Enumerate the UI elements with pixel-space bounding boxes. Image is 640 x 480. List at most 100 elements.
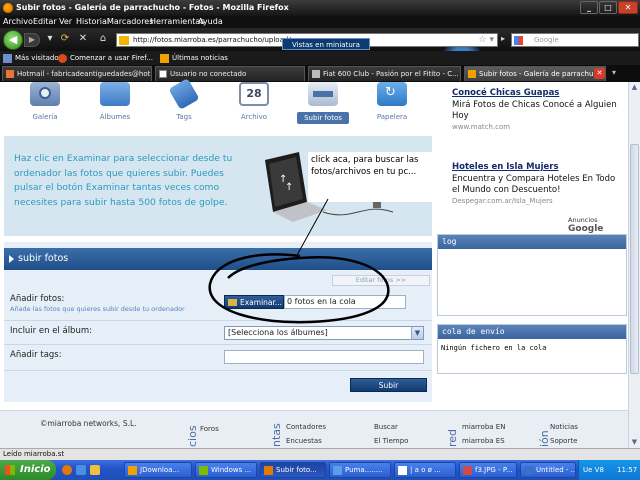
tab-favicon-icon xyxy=(6,70,14,78)
edit-photos-button[interactable]: Editar fotos >> xyxy=(332,275,430,286)
window-title: Subir fotos - Galería de parrachucho - F… xyxy=(16,3,289,12)
history-dropdown-icon[interactable]: ▾ xyxy=(44,31,56,47)
nav-albumes[interactable]: Álbumes xyxy=(86,82,144,126)
reload-icon[interactable]: ⟳ xyxy=(58,31,72,47)
task-icon xyxy=(128,466,137,475)
rss-icon xyxy=(160,53,169,63)
task-paint[interactable]: f3.JPG - P... xyxy=(459,462,517,478)
tab-subir-fotos[interactable]: Subir fotos - Galería de parrachu... xyxy=(464,66,606,81)
add-photos-label: Añadir fotos: xyxy=(10,294,65,304)
queue-panel: cola de envío Ningún fichero en la cola xyxy=(437,324,627,374)
task-text[interactable]: | a o ø ... xyxy=(394,462,456,478)
menu-archivo[interactable]: Archivo xyxy=(3,16,33,28)
queue-panel-body: Ningún fichero en la cola xyxy=(441,344,547,352)
status-bar: Leído miarroba.st xyxy=(0,448,640,460)
submit-button[interactable]: Subir xyxy=(350,378,427,392)
vertical-scrollbar[interactable]: ▲ ▼ xyxy=(628,82,640,448)
scroll-down-icon[interactable]: ▼ xyxy=(630,438,639,447)
tab-fiat[interactable]: Fiat 600 Club - Pasión por el Fitito - C… xyxy=(308,66,461,81)
nav-galeria[interactable]: Galería xyxy=(16,82,74,126)
divider xyxy=(4,370,432,371)
album-icon xyxy=(100,82,130,106)
bookmark-star-icon[interactable]: ☆ ▾ xyxy=(479,34,494,46)
close-tab-icon[interactable]: ✕ xyxy=(594,68,605,79)
ad-chicas[interactable]: Conocé Chicas Guapas Mirá Fotos de Chica… xyxy=(452,88,622,131)
footer-link-tiempo[interactable]: El Tiempo xyxy=(374,437,408,445)
task-icon xyxy=(264,466,273,475)
browse-button[interactable]: Examinar... xyxy=(224,295,284,309)
firefox-quicklaunch-icon[interactable] xyxy=(62,465,72,475)
task-icon xyxy=(199,466,208,475)
nav-papelera[interactable]: ↻ Papelera xyxy=(363,82,421,126)
task-windows[interactable]: Windows ... xyxy=(195,462,257,478)
menu-historial[interactable]: Historial xyxy=(76,16,109,28)
divider xyxy=(4,320,432,321)
upload-form: subir fotos Editar fotos >> Añadir fotos… xyxy=(4,242,432,402)
tab-hotmail[interactable]: Hotmail - fabricadeantiguedades@hot... xyxy=(2,66,152,81)
tab-usuario[interactable]: Usuario no conectado xyxy=(155,66,305,81)
footer-link-noticias[interactable]: Noticias xyxy=(550,423,578,431)
start-button[interactable]: Inicio xyxy=(0,460,56,480)
footer-link-buscar[interactable]: Buscar xyxy=(374,423,398,431)
footer-vertical-label: ntas xyxy=(270,423,283,447)
home-icon[interactable]: ⌂ xyxy=(96,31,110,47)
bookmark-most-visited[interactable]: Más visitados xyxy=(3,51,62,65)
task-untitled[interactable]: Untitled - ... xyxy=(520,462,576,478)
back-button[interactable]: ◀ xyxy=(3,30,23,50)
list-all-tabs-icon[interactable]: ▾ xyxy=(612,68,616,77)
footer-link-encuestas[interactable]: Encuestas xyxy=(286,437,322,445)
ie-quicklaunch-icon[interactable] xyxy=(76,465,86,475)
minimize-button[interactable]: _ xyxy=(580,1,598,14)
task-icon xyxy=(524,466,533,475)
footer-link-miarroba-es[interactable]: miarroba ES xyxy=(462,437,505,445)
search-box[interactable]: Google xyxy=(511,33,639,47)
ad-title[interactable]: Conocé Chicas Guapas xyxy=(452,88,622,99)
folder-icon xyxy=(228,299,237,306)
menu-editar[interactable]: Editar xyxy=(33,16,57,28)
footer-link-soporte[interactable]: Soporte xyxy=(550,437,577,445)
ad-title[interactable]: Hoteles en Isla Mujers xyxy=(452,162,622,173)
annotation-note: click aca, para buscar las fotos/archivo… xyxy=(308,152,432,202)
menu-ayuda[interactable]: Ayuda xyxy=(198,16,223,28)
footer-vertical-label: cios xyxy=(186,425,199,447)
nav-subir-fotos[interactable]: Subir fotos xyxy=(294,82,352,126)
footer-link-miarroba-en[interactable]: miarroba EN xyxy=(462,423,505,431)
stop-icon[interactable]: ✕ xyxy=(76,31,90,47)
form-header: subir fotos xyxy=(4,248,432,270)
task-icon xyxy=(333,466,342,475)
clock: 11:57 xyxy=(617,466,638,474)
maximize-button[interactable]: □ xyxy=(599,1,617,14)
camera-icon xyxy=(30,82,60,106)
task-subir-fotos[interactable]: Subir foto... xyxy=(260,462,326,478)
folder-quicklaunch-icon[interactable] xyxy=(90,465,100,475)
album-select[interactable]: [Selecciona los álbumes] ▼ xyxy=(224,326,424,340)
scroll-thumb[interactable] xyxy=(630,144,639,374)
close-window-button[interactable]: ✕ xyxy=(618,1,638,14)
site-favicon-icon xyxy=(119,36,129,45)
menu-ver[interactable]: Ver xyxy=(59,16,72,28)
upload-icon xyxy=(308,82,338,106)
scroll-up-icon[interactable]: ▲ xyxy=(630,83,639,92)
ad-hoteles[interactable]: Hoteles en Isla Mujers Encuentra y Compa… xyxy=(452,162,622,205)
arrow-right-icon xyxy=(9,255,14,263)
task-puma[interactable]: Puma........ xyxy=(329,462,391,478)
footer-link-foros[interactable]: Foros xyxy=(200,425,219,433)
main-column: Galería Álbumes Tags 28 Archivo Subir fo… xyxy=(0,78,432,448)
taskbar: Inicio JDownloa... Windows ... Subir fot… xyxy=(0,460,640,480)
tab-favicon-icon xyxy=(312,70,320,78)
bookmark-latest-news[interactable]: Últimas noticias xyxy=(160,51,228,65)
forward-button[interactable]: ▶ xyxy=(24,33,40,47)
menu-marcadores[interactable]: Marcadores xyxy=(107,16,153,28)
bookmark-getting-started[interactable]: Comenzar a usar Firef... xyxy=(58,51,153,65)
task-jdownloader[interactable]: JDownloa... xyxy=(124,462,192,478)
menu-herramientas[interactable]: Herramientas xyxy=(150,16,205,28)
language-indicator[interactable]: Ue V8 xyxy=(583,460,604,480)
nav-tags[interactable]: Tags xyxy=(155,78,213,126)
footer-link-contadores[interactable]: Contadores xyxy=(286,423,326,431)
go-arrow-icon[interactable]: ▸ xyxy=(497,31,509,47)
ad-text: Mirá Fotos de Chicas Conocé a Alguien Ho… xyxy=(452,100,617,121)
tags-input[interactable] xyxy=(224,350,424,364)
ads-by-google[interactable]: Anuncios Google xyxy=(568,216,628,234)
calendar-icon: 28 xyxy=(239,82,269,106)
nav-archivo[interactable]: 28 Archivo xyxy=(225,82,283,126)
